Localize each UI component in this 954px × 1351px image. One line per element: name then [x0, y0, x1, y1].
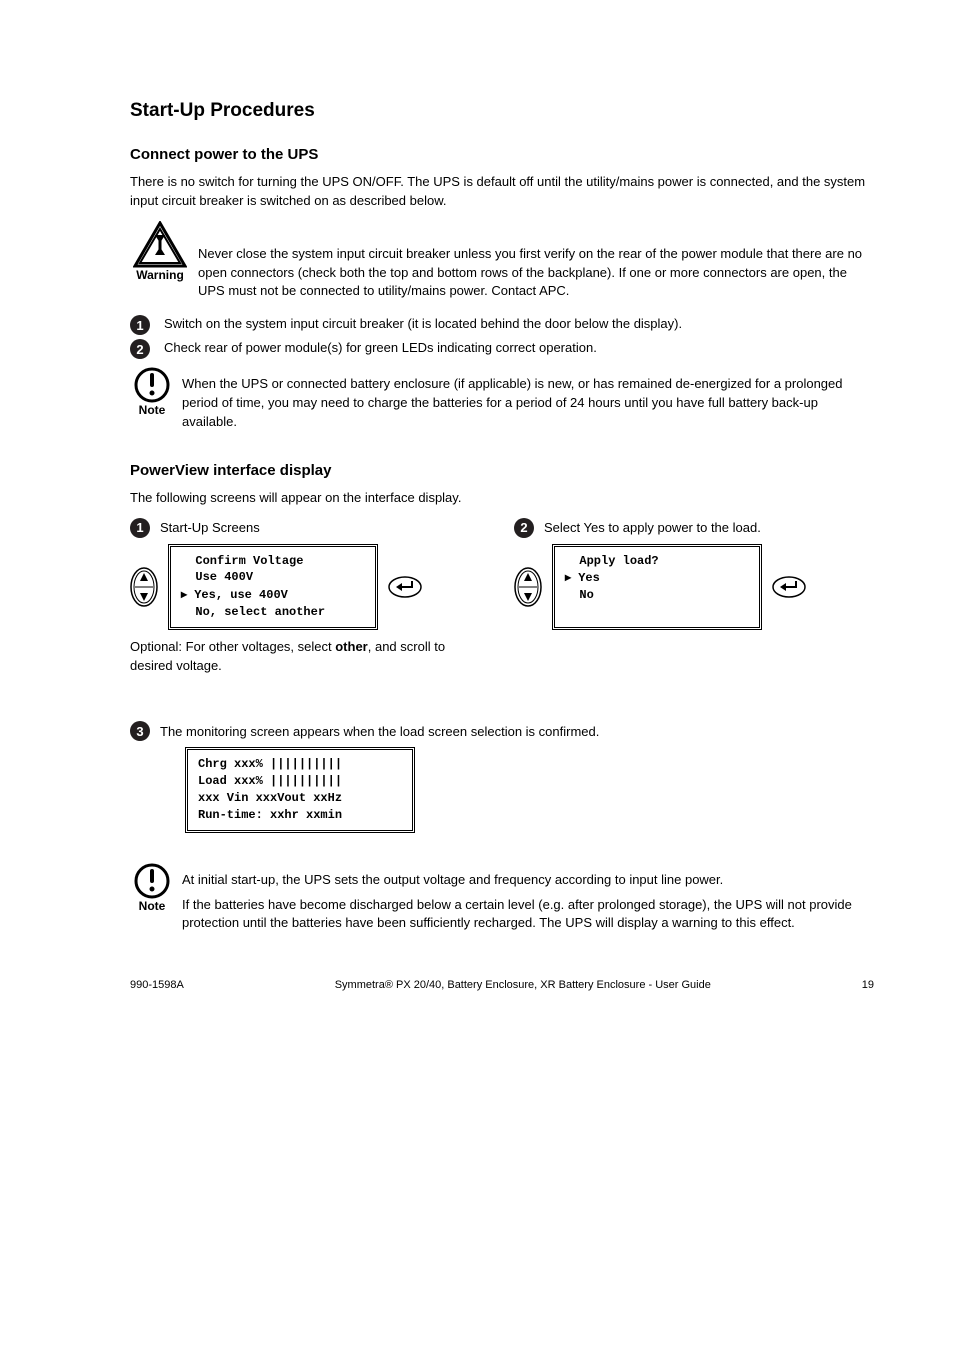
note1-text: When the UPS or connected battery enclos… — [182, 373, 874, 432]
lcd-screen-1: Confirm Voltage Use 400V ▸ Yes, use 400V… — [168, 544, 378, 630]
step-number-1: 1 — [130, 315, 150, 335]
footer-left: 990-1598A — [130, 979, 184, 991]
disp3-number: 3 — [130, 721, 150, 741]
disp2-heading: Select Yes to apply power to the load. — [544, 520, 761, 535]
sub-heading-interface: PowerView interface display — [130, 462, 874, 479]
note2-para1: At initial start-up, the UPS sets the ou… — [182, 871, 874, 890]
disp2-number: 2 — [514, 518, 534, 538]
lcd1-line3: Yes, use 400V — [194, 588, 288, 602]
lcd2-line1: Apply load? — [579, 554, 658, 568]
lcd-screen-3: Chrg xxx% |||||||||| Load xxx% |||||||||… — [185, 747, 415, 832]
warning-icon — [133, 221, 187, 268]
section-title: Start-Up Procedures — [130, 100, 874, 122]
optional-text: Optional: For other voltages, select oth… — [130, 638, 490, 676]
lcd1-line2: Use 400V — [195, 570, 253, 584]
step2-text: Check rear of power module(s) for green … — [164, 339, 874, 355]
note-label-1: Note — [130, 403, 174, 417]
step1-text: Switch on the system input circuit break… — [164, 315, 874, 331]
enter-key-icon — [388, 576, 422, 598]
note2-para2: If the batteries have become discharged … — [182, 896, 874, 934]
lcd3-line3: xxx Vin xxxVout xxHz — [198, 790, 402, 807]
footer-center: Symmetra® PX 20/40, Battery Enclosure, X… — [335, 979, 711, 991]
enter-key-icon-2 — [772, 576, 806, 598]
lcd2-line2: Yes — [578, 571, 600, 585]
lcd3-line1: Chrg xxx% |||||||||| — [198, 756, 402, 773]
step-number-2: 2 — [130, 339, 150, 359]
lcd3-line2: Load xxx% |||||||||| — [198, 773, 402, 790]
lcd1-line4: No, select another — [195, 605, 325, 619]
warning-label: Warning — [130, 268, 190, 282]
note-label-2: Note — [130, 899, 174, 913]
disp1-number: 1 — [130, 518, 150, 538]
power-paragraph: There is no switch for turning the UPS O… — [130, 173, 874, 211]
warning-text: Never close the system input circuit bre… — [198, 227, 874, 302]
interface-para: The following screens will appear on the… — [130, 489, 874, 508]
lcd-screen-2: Apply load? ▸ Yes No — [552, 544, 762, 630]
disp3-heading: The monitoring screen appears when the l… — [160, 724, 599, 739]
sub-heading-power: Connect power to the UPS — [130, 146, 874, 163]
note-icon — [134, 367, 170, 403]
up-down-nav-icon-2 — [514, 567, 542, 607]
disp1-heading: Start-Up Screens — [160, 520, 260, 535]
lcd3-line4: Run-time: xxhr xxmin — [198, 807, 402, 824]
note-icon-2 — [134, 863, 170, 899]
lcd1-line1: Confirm Voltage — [195, 554, 303, 568]
lcd2-line3: No — [579, 588, 593, 602]
footer-right: 19 — [862, 979, 874, 991]
up-down-nav-icon — [130, 567, 158, 607]
